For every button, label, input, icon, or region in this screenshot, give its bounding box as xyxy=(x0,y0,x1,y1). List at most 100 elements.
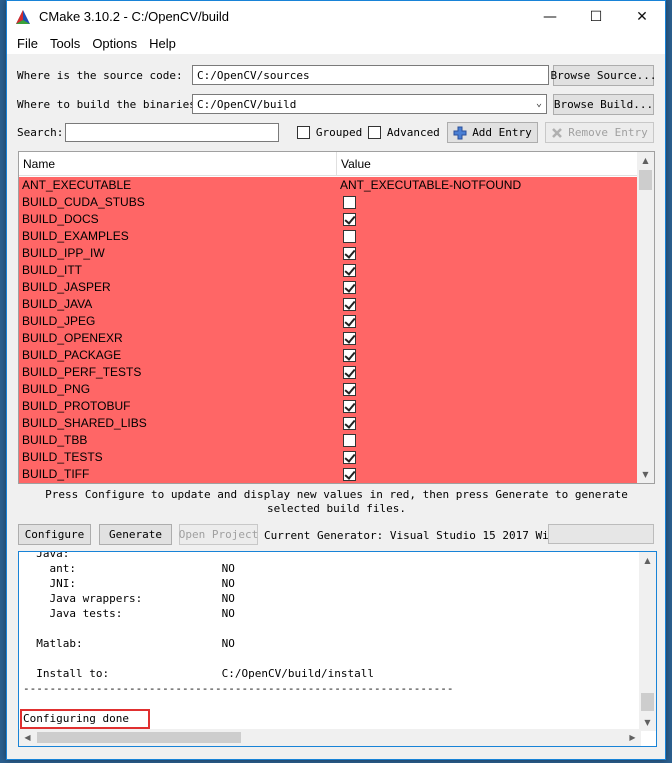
header-value[interactable]: Value xyxy=(341,157,371,171)
header-divider xyxy=(336,152,337,176)
source-label: Where is the source code: xyxy=(17,69,183,82)
configure-button[interactable]: Configure xyxy=(18,524,91,545)
search-label: Search: xyxy=(17,126,64,139)
close-button[interactable]: ✕ xyxy=(619,1,665,32)
table-vertical-scrollbar[interactable]: ▲ ▼ xyxy=(637,152,654,483)
menu-options[interactable]: Options xyxy=(86,36,143,51)
table-row[interactable]: BUILD_ITT xyxy=(19,262,638,279)
row-value-checkbox[interactable] xyxy=(343,213,356,226)
output-line: JNI: NO xyxy=(23,577,235,590)
table-row[interactable]: BUILD_PERF_TESTS xyxy=(19,364,638,381)
table-row[interactable]: BUILD_PNG xyxy=(19,381,638,398)
scroll-right-icon[interactable]: ▶ xyxy=(624,729,641,746)
scroll-up-icon[interactable]: ▲ xyxy=(637,152,654,169)
row-value-checkbox[interactable] xyxy=(343,417,356,430)
status-message: Press Configure to update and display ne… xyxy=(45,488,628,515)
row-value-checkbox[interactable] xyxy=(343,247,356,260)
remove-entry-button[interactable]: Remove Entry xyxy=(545,122,654,143)
table-row[interactable]: BUILD_JAVA xyxy=(19,296,638,313)
scroll-thumb[interactable] xyxy=(639,170,652,190)
row-name: BUILD_JASPER xyxy=(22,280,111,294)
table-row[interactable]: BUILD_JASPER xyxy=(19,279,638,296)
row-name: BUILD_PERF_TESTS xyxy=(22,365,142,379)
row-value-checkbox[interactable] xyxy=(343,230,356,243)
cmake-logo-icon xyxy=(16,9,30,24)
output-hscroll-thumb[interactable] xyxy=(37,732,241,743)
row-value-checkbox[interactable] xyxy=(343,434,356,447)
row-value-checkbox[interactable] xyxy=(343,400,356,413)
chevron-down-icon[interactable]: ⌄ xyxy=(536,96,542,111)
row-name: BUILD_TBB xyxy=(22,433,88,447)
generate-button[interactable]: Generate xyxy=(99,524,172,545)
output-line: ----------------------------------------… xyxy=(23,682,454,695)
menu-bar: File Tools Options Help xyxy=(7,32,665,54)
browse-source-button[interactable]: Browse Source... xyxy=(551,65,656,86)
row-name: ANT_EXECUTABLE xyxy=(22,178,132,192)
cmake-window: CMake 3.10.2 - C:/OpenCV/build — ☐ ✕ Fil… xyxy=(6,0,666,760)
row-value-checkbox[interactable] xyxy=(343,281,356,294)
row-name: BUILD_OPENEXR xyxy=(22,331,123,345)
row-value-checkbox[interactable] xyxy=(343,451,356,464)
progress-bar xyxy=(548,524,654,544)
table-row[interactable]: BUILD_IPP_IW xyxy=(19,245,638,262)
row-value-checkbox[interactable] xyxy=(343,366,356,379)
add-entry-button[interactable]: Add Entry xyxy=(447,122,538,143)
row-value-checkbox[interactable] xyxy=(343,196,356,209)
table-row[interactable]: BUILD_TIFF xyxy=(19,466,638,483)
advanced-label: Advanced xyxy=(386,126,440,139)
menu-tools[interactable]: Tools xyxy=(44,36,86,51)
table-row[interactable]: BUILD_PACKAGE xyxy=(19,347,638,364)
output-horizontal-scrollbar[interactable]: ◀ ▶ xyxy=(19,729,641,746)
table-row[interactable]: BUILD_SHARED_LIBS xyxy=(19,415,638,432)
search-input[interactable] xyxy=(65,123,279,142)
row-value[interactable]: ANT_EXECUTABLE-NOTFOUND xyxy=(340,178,521,192)
row-value-checkbox[interactable] xyxy=(343,383,356,396)
title-bar[interactable]: CMake 3.10.2 - C:/OpenCV/build — ☐ ✕ xyxy=(7,1,665,32)
scroll-down-icon[interactable]: ▼ xyxy=(637,466,654,483)
table-row[interactable]: BUILD_TBB xyxy=(19,432,638,449)
table-row[interactable]: BUILD_PROTOBUF xyxy=(19,398,638,415)
row-name: BUILD_TESTS xyxy=(22,450,103,464)
output-scroll-down-icon[interactable]: ▼ xyxy=(639,714,656,731)
open-project-button[interactable]: Open Project xyxy=(179,524,258,545)
table-row[interactable]: ANT_EXECUTABLE ANT_EXECUTABLE-NOTFOUND xyxy=(19,177,638,194)
row-name: BUILD_PNG xyxy=(22,382,91,396)
header-name[interactable]: Name xyxy=(23,157,55,171)
table-row[interactable]: BUILD_DOCS xyxy=(19,211,638,228)
output-line: Java tests: NO xyxy=(23,607,235,620)
row-value-checkbox[interactable] xyxy=(343,468,356,481)
row-name: BUILD_JPEG xyxy=(22,314,96,328)
table-row[interactable]: BUILD_JPEG xyxy=(19,313,638,330)
output-line: ant: NO xyxy=(23,562,235,575)
table-row[interactable]: BUILD_EXAMPLES xyxy=(19,228,638,245)
row-value-checkbox[interactable] xyxy=(343,298,356,311)
plus-icon xyxy=(453,126,467,139)
source-input[interactable]: C:/OpenCV/sources xyxy=(192,65,549,85)
advanced-checkbox[interactable] xyxy=(368,126,381,139)
row-name: BUILD_EXAMPLES xyxy=(22,229,129,243)
table-row[interactable]: BUILD_CUDA_STUBS xyxy=(19,194,638,211)
row-value-checkbox[interactable] xyxy=(343,349,356,362)
row-value-checkbox[interactable] xyxy=(343,264,356,277)
row-name: BUILD_JAVA xyxy=(22,297,93,311)
scroll-left-icon[interactable]: ◀ xyxy=(19,729,36,746)
output-vertical-scrollbar[interactable]: ▲ ▼ xyxy=(639,552,656,731)
menu-file[interactable]: File xyxy=(11,36,44,51)
current-generator: Current Generator: Visual Studio 15 2017… xyxy=(264,529,569,542)
build-input[interactable]: C:/OpenCV/build ⌄ xyxy=(192,94,547,114)
row-name: BUILD_SHARED_LIBS xyxy=(22,416,147,430)
build-input-value: C:/OpenCV/build xyxy=(197,98,297,111)
table-row[interactable]: BUILD_OPENEXR xyxy=(19,330,638,347)
row-value-checkbox[interactable] xyxy=(343,315,356,328)
row-value-checkbox[interactable] xyxy=(343,332,356,345)
maximize-button[interactable]: ☐ xyxy=(573,1,619,32)
grouped-checkbox[interactable] xyxy=(297,126,310,139)
output-scroll-thumb[interactable] xyxy=(641,693,654,711)
menu-help[interactable]: Help xyxy=(143,36,182,51)
minimize-button[interactable]: — xyxy=(527,1,573,32)
table-row[interactable]: BUILD_TESTS xyxy=(19,449,638,466)
output-scroll-up-icon[interactable]: ▲ xyxy=(639,552,656,569)
browse-build-button[interactable]: Browse Build... xyxy=(553,94,654,115)
output-log[interactable]: Java: ant: NO JNI: NO Java wrappers: NO … xyxy=(18,551,657,747)
